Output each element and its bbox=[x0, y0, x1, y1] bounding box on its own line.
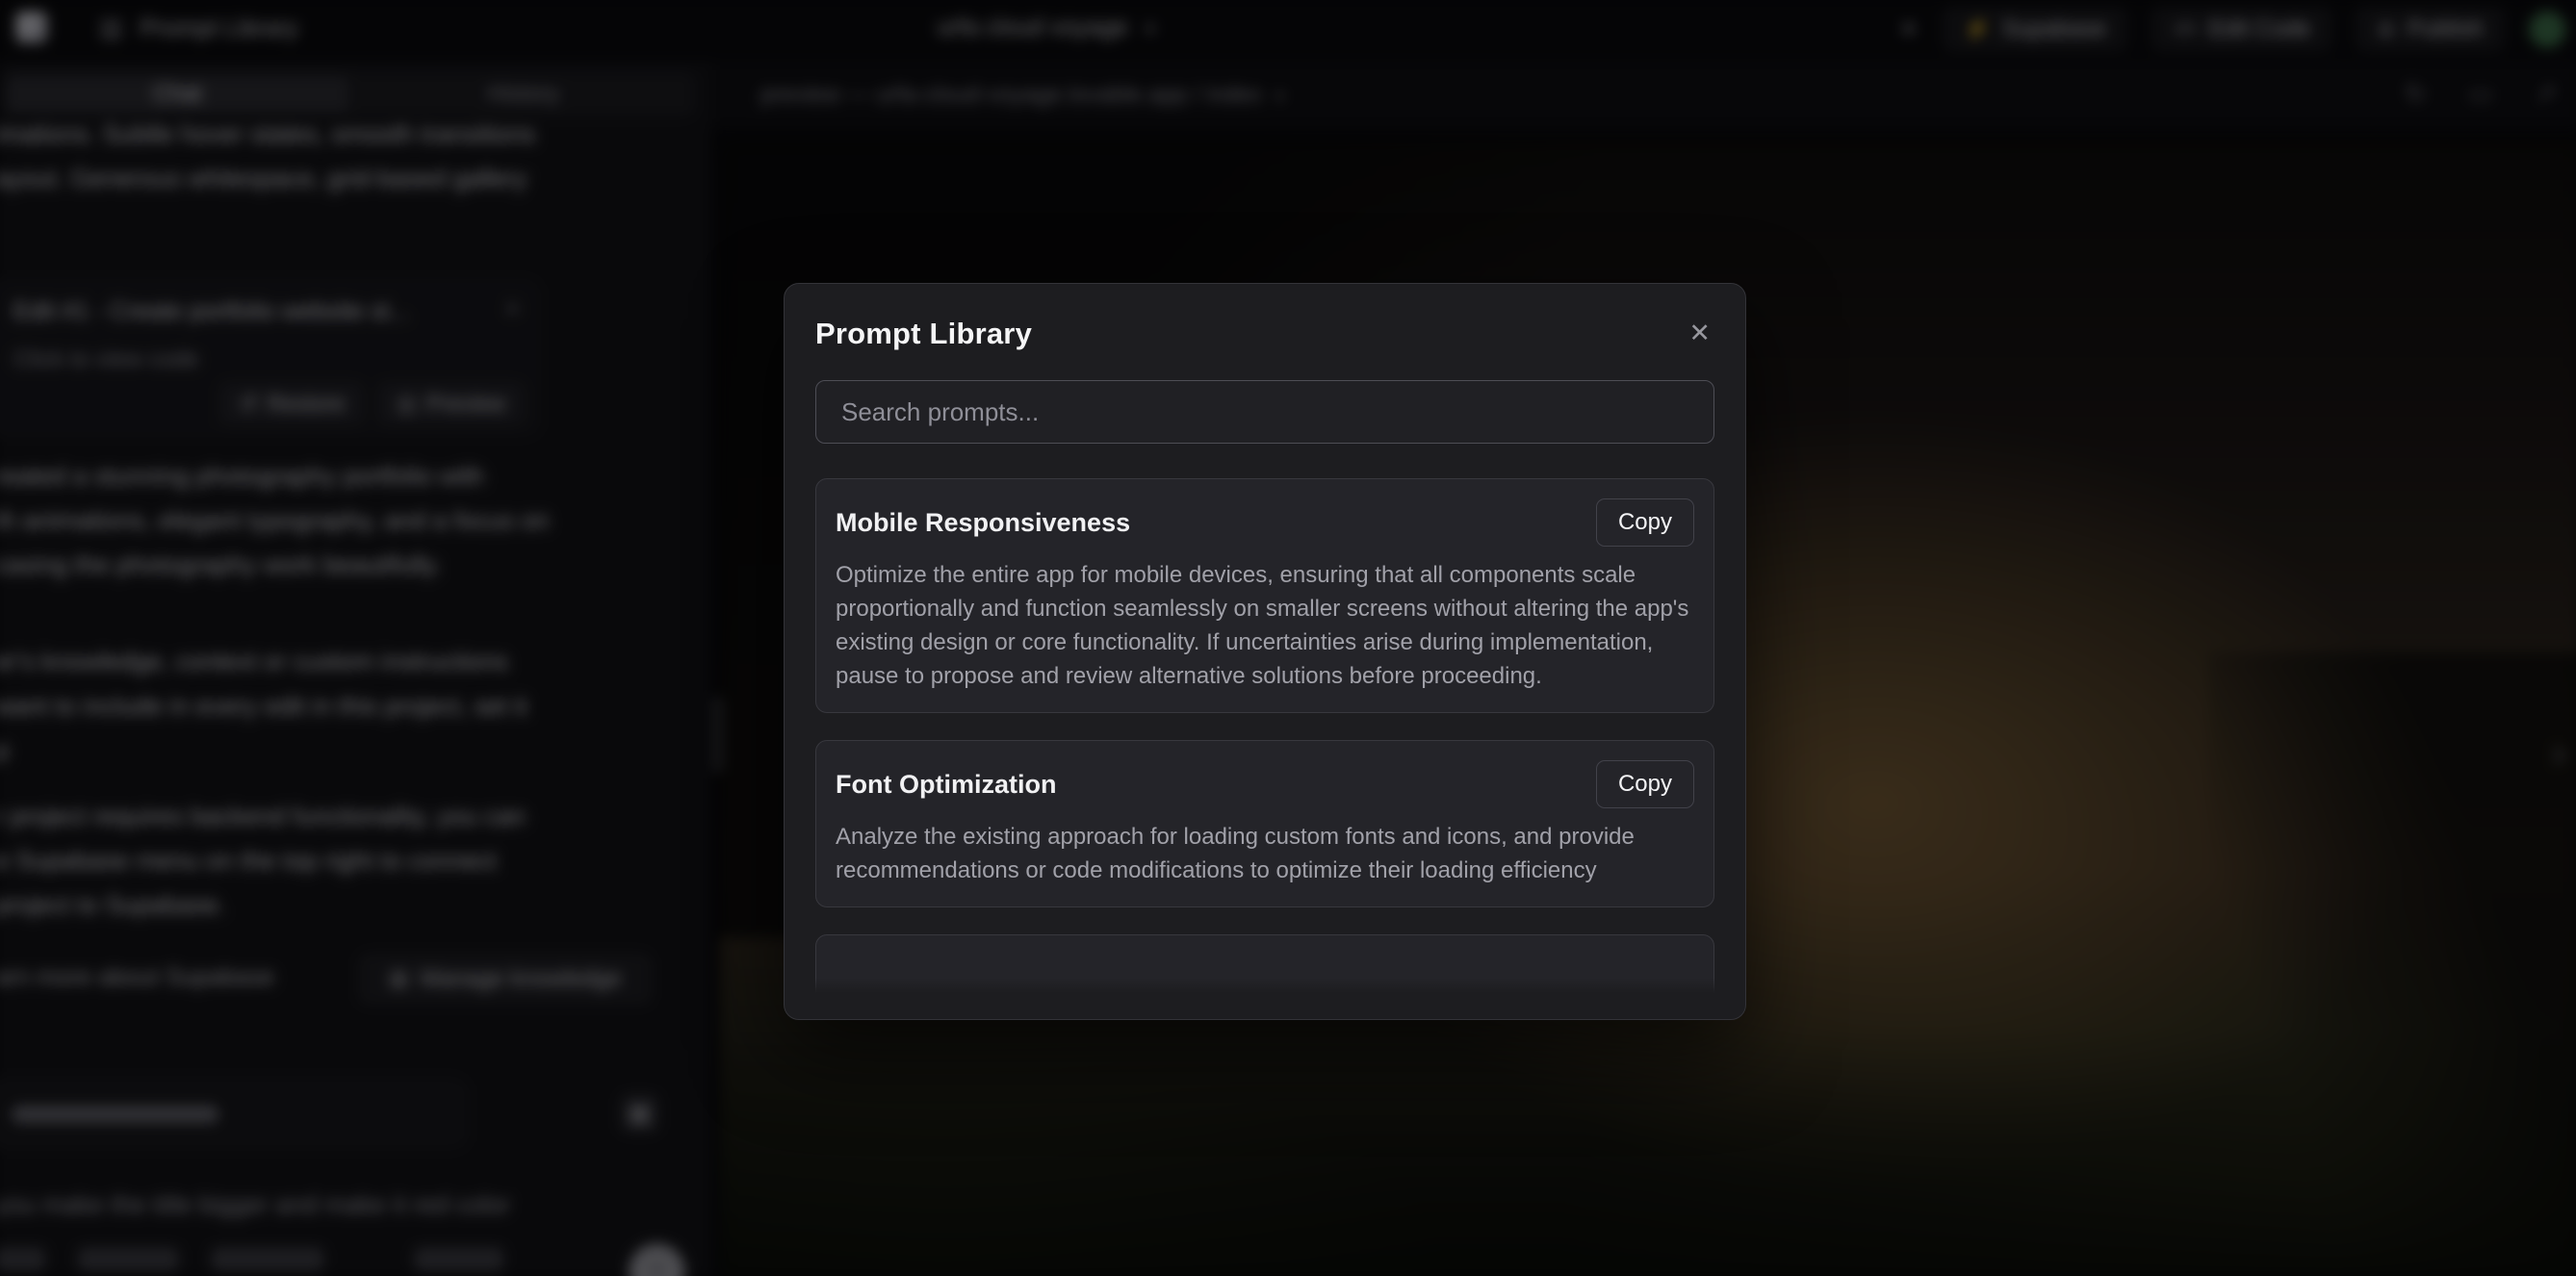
search-wrap bbox=[815, 380, 1714, 444]
prompt-card-partial bbox=[815, 934, 1714, 993]
prompt-body: Optimize the entire app for mobile devic… bbox=[836, 558, 1694, 693]
search-input[interactable] bbox=[815, 380, 1714, 444]
copy-button[interactable]: Copy bbox=[1596, 760, 1694, 808]
prompt-title: Mobile Responsiveness bbox=[836, 508, 1130, 538]
prompt-card-header: Mobile Responsiveness Copy bbox=[836, 498, 1694, 547]
prompt-library-modal: Prompt Library ✕ Mobile Responsiveness C… bbox=[784, 283, 1746, 1020]
prompt-list: Mobile Responsiveness Copy Optimize the … bbox=[815, 478, 1714, 993]
prompt-body: Analyze the existing approach for loadin… bbox=[836, 820, 1694, 887]
modal-header: Prompt Library ✕ bbox=[815, 317, 1714, 351]
prompt-card: Font Optimization Copy Analyze the exist… bbox=[815, 740, 1714, 907]
prompt-card-header: Font Optimization Copy bbox=[836, 760, 1694, 808]
modal-title: Prompt Library bbox=[815, 317, 1032, 351]
screen: ▥ Prompt Library urfa cloud voyage▾ ✦ ⚡ … bbox=[0, 0, 2576, 1276]
close-button[interactable]: ✕ bbox=[1685, 317, 1714, 350]
copy-button[interactable]: Copy bbox=[1596, 498, 1694, 547]
prompt-card: Mobile Responsiveness Copy Optimize the … bbox=[815, 478, 1714, 713]
prompt-title: Font Optimization bbox=[836, 770, 1056, 800]
